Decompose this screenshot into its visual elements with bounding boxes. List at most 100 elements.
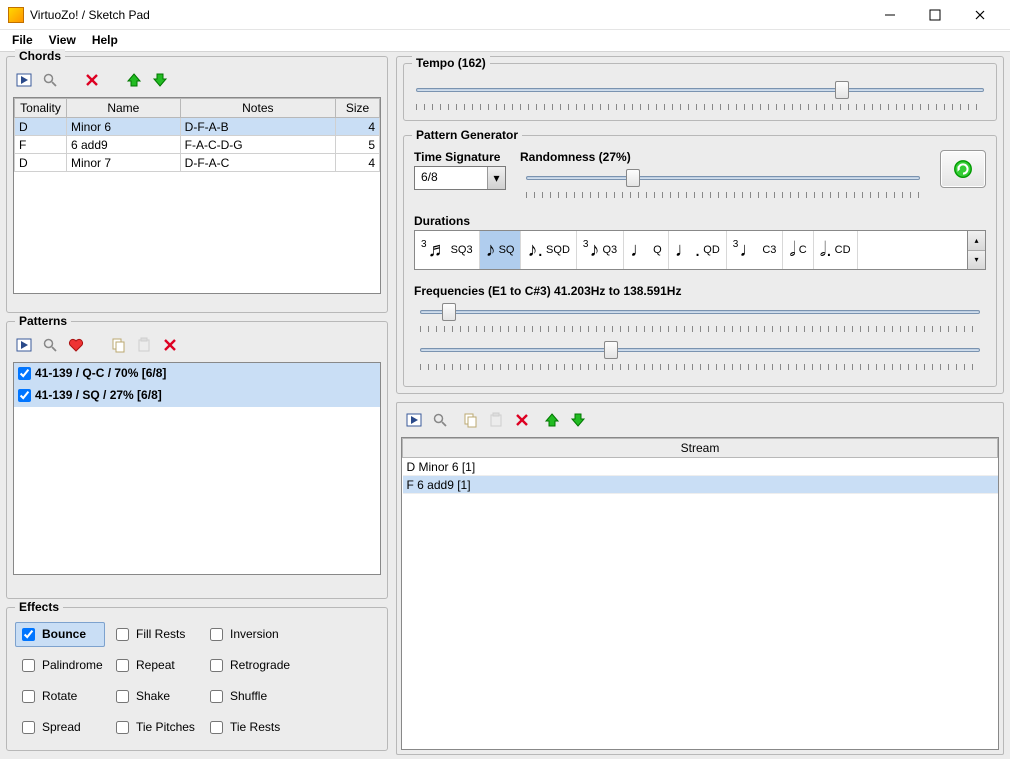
effect-repeat[interactable]: Repeat bbox=[109, 653, 199, 678]
table-cell[interactable]: 5 bbox=[336, 136, 380, 154]
generate-button[interactable] bbox=[940, 150, 986, 188]
chords-move-down-button[interactable] bbox=[149, 69, 171, 91]
duration-cd[interactable]: 𝅗𝅥.CD bbox=[814, 231, 858, 269]
duration-sq[interactable]: ♪SQ bbox=[480, 231, 522, 269]
th-tonality[interactable]: Tonality bbox=[15, 99, 67, 118]
effect-checkbox[interactable] bbox=[210, 690, 223, 703]
table-cell[interactable]: 6 add9 bbox=[67, 136, 181, 154]
table-cell[interactable]: Minor 6 bbox=[67, 118, 181, 136]
effect-fill-rests[interactable]: Fill Rests bbox=[109, 622, 199, 647]
effect-checkbox[interactable] bbox=[22, 659, 35, 672]
effect-shuffle[interactable]: Shuffle bbox=[203, 684, 298, 709]
time-signature-dropdown[interactable]: 6/8 ▾ bbox=[414, 166, 506, 190]
effect-spread[interactable]: Spread bbox=[15, 715, 105, 740]
duration-c3[interactable]: 3♩C3 bbox=[727, 231, 784, 269]
freq-high-thumb[interactable] bbox=[604, 341, 618, 359]
table-cell[interactable]: D bbox=[15, 118, 67, 136]
chords-delete-button[interactable] bbox=[81, 69, 103, 91]
effect-rotate[interactable]: Rotate bbox=[15, 684, 105, 709]
effect-retrograde[interactable]: Retrograde bbox=[203, 653, 298, 678]
scroll-up-icon[interactable]: ▴ bbox=[968, 231, 985, 251]
freq-low-thumb[interactable] bbox=[442, 303, 456, 321]
effect-checkbox[interactable] bbox=[116, 690, 129, 703]
table-row[interactable]: F6 add9F-A-C-D-G5 bbox=[15, 136, 380, 154]
menu-help[interactable]: Help bbox=[84, 30, 126, 51]
list-item[interactable]: 41-139 / SQ / 27% [6/8] bbox=[14, 385, 380, 407]
effect-checkbox[interactable] bbox=[116, 721, 129, 734]
stream-move-up-button[interactable] bbox=[541, 409, 563, 431]
chords-search-button[interactable] bbox=[39, 69, 61, 91]
effect-checkbox[interactable] bbox=[210, 721, 223, 734]
tempo-slider[interactable] bbox=[416, 88, 984, 92]
stream-copy-button[interactable] bbox=[459, 409, 481, 431]
scroll-down-icon[interactable]: ▾ bbox=[968, 251, 985, 270]
close-button[interactable] bbox=[957, 0, 1002, 30]
stream-cell[interactable]: F 6 add9 [1] bbox=[403, 476, 998, 494]
effect-checkbox[interactable] bbox=[210, 628, 223, 641]
table-cell[interactable]: Minor 7 bbox=[67, 154, 181, 172]
th-name[interactable]: Name bbox=[67, 99, 181, 118]
table-row[interactable]: F 6 add9 [1] bbox=[403, 476, 998, 494]
patterns-copy-button[interactable] bbox=[107, 334, 129, 356]
stream-header[interactable]: Stream bbox=[403, 439, 998, 458]
table-cell[interactable]: D-F-A-B bbox=[180, 118, 335, 136]
patterns-paste-button[interactable] bbox=[133, 334, 155, 356]
table-cell[interactable]: F bbox=[15, 136, 67, 154]
chords-move-up-button[interactable] bbox=[123, 69, 145, 91]
patterns-play-button[interactable] bbox=[13, 334, 35, 356]
chords-play-button[interactable] bbox=[13, 69, 35, 91]
duration-c[interactable]: 𝅗𝅥C bbox=[783, 231, 813, 269]
duration-sqd[interactable]: ♪.SQD bbox=[521, 231, 576, 269]
stream-paste-button[interactable] bbox=[485, 409, 507, 431]
effect-inversion[interactable]: Inversion bbox=[203, 622, 298, 647]
table-cell[interactable]: F-A-C-D-G bbox=[180, 136, 335, 154]
stream-search-button[interactable] bbox=[429, 409, 451, 431]
table-row[interactable]: DMinor 6D-F-A-B4 bbox=[15, 118, 380, 136]
table-cell[interactable]: 4 bbox=[336, 154, 380, 172]
effect-bounce[interactable]: Bounce bbox=[15, 622, 105, 647]
stream-move-down-button[interactable] bbox=[567, 409, 589, 431]
durations-scroll[interactable]: ▴▾ bbox=[968, 230, 986, 270]
patterns-search-button[interactable] bbox=[39, 334, 61, 356]
stream-delete-button[interactable] bbox=[511, 409, 533, 431]
stream-play-button[interactable] bbox=[403, 409, 425, 431]
patterns-list[interactable]: 41-139 / Q-C / 70% [6/8]41-139 / SQ / 27… bbox=[13, 362, 381, 575]
patterns-favorite-button[interactable] bbox=[65, 334, 87, 356]
table-cell[interactable]: D-F-A-C bbox=[180, 154, 335, 172]
effect-tie-pitches[interactable]: Tie Pitches bbox=[109, 715, 199, 740]
th-size[interactable]: Size bbox=[336, 99, 380, 118]
patterns-delete-button[interactable] bbox=[159, 334, 181, 356]
effect-palindrome[interactable]: Palindrome bbox=[15, 653, 105, 678]
th-notes[interactable]: Notes bbox=[180, 99, 335, 118]
randomness-slider-thumb[interactable] bbox=[626, 169, 640, 187]
tempo-slider-thumb[interactable] bbox=[835, 81, 849, 99]
effect-checkbox[interactable] bbox=[116, 628, 129, 641]
duration-q[interactable]: ♩Q bbox=[624, 231, 669, 269]
stream-table[interactable]: Stream D Minor 6 [1]F 6 add9 [1] bbox=[402, 438, 998, 494]
duration-sq3[interactable]: 3♬SQ3 bbox=[415, 231, 480, 269]
table-cell[interactable]: D bbox=[15, 154, 67, 172]
pattern-checkbox[interactable] bbox=[18, 367, 31, 380]
menu-file[interactable]: File bbox=[4, 30, 41, 51]
chords-table[interactable]: Tonality Name Notes Size DMinor 6D-F-A-B… bbox=[13, 97, 381, 294]
effect-tie-rests[interactable]: Tie Rests bbox=[203, 715, 298, 740]
effect-checkbox[interactable] bbox=[22, 721, 35, 734]
freq-high-slider[interactable] bbox=[420, 348, 980, 352]
effect-checkbox[interactable] bbox=[22, 628, 35, 641]
effect-checkbox[interactable] bbox=[116, 659, 129, 672]
freq-low-slider[interactable] bbox=[420, 310, 980, 314]
pattern-checkbox[interactable] bbox=[18, 389, 31, 402]
effect-checkbox[interactable] bbox=[210, 659, 223, 672]
table-row[interactable]: D Minor 6 [1] bbox=[403, 458, 998, 476]
randomness-slider[interactable] bbox=[526, 176, 920, 180]
chevron-down-icon[interactable]: ▾ bbox=[487, 167, 505, 189]
duration-qd[interactable]: ♩.QD bbox=[669, 231, 727, 269]
stream-cell[interactable]: D Minor 6 [1] bbox=[403, 458, 998, 476]
durations-list[interactable]: 3♬SQ3♪SQ♪.SQD3♪Q3♩Q♩.QD3♩C3𝅗𝅥C𝅗𝅥.CD bbox=[414, 230, 968, 270]
table-cell[interactable]: 4 bbox=[336, 118, 380, 136]
minimize-button[interactable] bbox=[867, 0, 912, 30]
effect-checkbox[interactable] bbox=[22, 690, 35, 703]
maximize-button[interactable] bbox=[912, 0, 957, 30]
menu-view[interactable]: View bbox=[41, 30, 84, 51]
duration-q3[interactable]: 3♪Q3 bbox=[577, 231, 624, 269]
